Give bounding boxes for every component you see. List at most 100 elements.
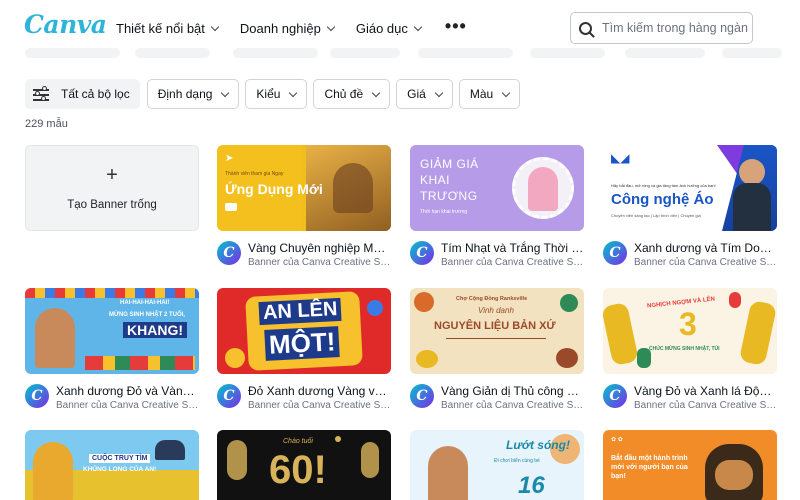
template-subtitle[interactable]: Banner của Canva Creative Stu... (634, 257, 777, 268)
nav-item-label: Doanh nghiệp (239, 20, 321, 36)
template-thumbnail[interactable]: ➤ Thành viên tham gia Ngay Ứng Dụng Mới (217, 145, 391, 231)
creator-avatar[interactable]: C (603, 241, 627, 265)
chevron-down-icon (326, 22, 336, 31)
template-thumbnail[interactable]: ◣◢ Hãy bắt đầu, mở rộng và gia tăng tầm … (603, 145, 777, 231)
chevron-down-icon (221, 88, 230, 97)
search-input[interactable] (602, 21, 752, 35)
chevron-down-icon (413, 22, 423, 31)
creator-avatar[interactable]: C (217, 241, 241, 265)
thumb-line2: KHAI (420, 173, 451, 187)
thumb-line2: CHÚC MỪNG SINH NHẬT, TÚI (649, 346, 720, 352)
filter-label: Định dạng (157, 87, 213, 101)
template-card[interactable]: Chào tuổi 60! (217, 430, 391, 500)
nav-item-business[interactable]: Doanh nghiệp (239, 20, 336, 36)
thumb-line1: Vinh danh (478, 306, 514, 315)
thumb-big-text: 3 (679, 306, 697, 342)
thumb-small-text: Chợ Cộng Đồng Ranksville (456, 296, 528, 302)
template-title[interactable]: Vàng Chuyên nghiệp Màu... (248, 241, 391, 255)
template-title[interactable]: Vàng Đỏ và Xanh lá Động ... (634, 384, 777, 398)
thumb-small-text: Bắt đầu một hành trình mới với người bạn… (611, 455, 688, 481)
template-card[interactable]: AN LÊN MỘT! C Đỏ Xanh dương Vàng và T... B… (217, 288, 391, 411)
template-title[interactable]: Vàng Giản dị Thủ công Sự... (441, 384, 584, 398)
result-count: 229 mẫu (25, 118, 68, 130)
template-card[interactable]: NGHỊCH NGỢM VÀ LÊN 3 CHÚC MỪNG SINH NHẬT… (603, 288, 777, 411)
template-card[interactable]: GIẢM GIÁ KHAI TRƯƠNG Thời hạn khai trươn… (410, 145, 584, 268)
template-card[interactable]: ➤ Thành viên tham gia Ngay Ứng Dụng Mới … (217, 145, 391, 268)
template-title[interactable]: Đỏ Xanh dương Vàng và T... (248, 384, 391, 398)
filter-price-button[interactable]: Giá (396, 79, 453, 109)
filter-label: Kiểu (256, 87, 281, 101)
filter-topic-button[interactable]: Chủ đề (313, 79, 391, 109)
nav-item-education[interactable]: Giáo dục (356, 21, 423, 36)
more-dots-icon[interactable]: ••• (445, 16, 467, 37)
thumb-line1: GIẢM GIÁ (420, 157, 479, 171)
template-subtitle[interactable]: Banner của Canva Creative Stu... (441, 257, 584, 268)
filter-style-button[interactable]: Kiểu (245, 79, 308, 109)
create-blank-card[interactable]: + Tạo Banner trống (25, 145, 199, 231)
paw-logo-icon: ✿ ✿ (611, 437, 623, 443)
creator-avatar[interactable]: C (217, 384, 241, 408)
template-thumbnail[interactable]: NGHỊCH NGỢM VÀ LÊN 3 CHÚC MỪNG SINH NHẬT… (603, 288, 777, 374)
filter-format-button[interactable]: Định dạng (146, 79, 240, 109)
template-thumbnail[interactable]: AN LÊN MỘT! (217, 288, 391, 374)
creator-avatar[interactable]: C (603, 384, 627, 408)
create-blank-label: Tạo Banner trống (67, 199, 157, 211)
template-thumbnail[interactable]: GIẢM GIÁ KHAI TRƯƠNG Thời hạn khai trươn… (410, 145, 584, 231)
all-filters-label: Tất cả bộ lọc (61, 87, 130, 101)
filter-color-button[interactable]: Màu (458, 79, 521, 109)
creator-avatar[interactable]: C (25, 384, 49, 408)
creator-avatar[interactable]: C (410, 241, 434, 265)
template-card[interactable]: CUỘC TRUY TÌM KHỦNG LONG CỦA AN! (25, 430, 199, 500)
thumb-line2: MỘT! (264, 326, 341, 361)
filter-label: Chủ đề (324, 87, 364, 101)
template-thumbnail[interactable]: CUỘC TRUY TÌM KHỦNG LONG CỦA AN! (25, 430, 199, 500)
template-card[interactable]: Lướt sóng! Đi chơi biển cùng bé 16 (410, 430, 584, 500)
brand-mark-icon: ◣◢ (611, 151, 630, 165)
search-icon[interactable] (579, 21, 592, 35)
sliders-icon (33, 86, 49, 101)
plus-icon: + (106, 164, 118, 186)
template-thumbnail[interactable]: Lướt sóng! Đi chơi biển cùng bé 16 (410, 430, 584, 500)
creator-avatar[interactable]: C (410, 384, 434, 408)
template-title[interactable]: Xanh dương và Tím Doan... (634, 241, 777, 255)
thumb-big-text: 60! (269, 448, 327, 492)
thumb-small-text: Hãy bắt đầu, mở rộng và gia tăng tầm ảnh… (611, 183, 716, 188)
thumb-line1: CUỘC TRUY TÌM (89, 454, 151, 463)
thumb-line1: Chào tuổi (283, 438, 313, 445)
template-thumbnail[interactable]: HAI-HAI-HAI-HAI! MỪNG SINH NHẬT 2 TUỔI, … (25, 288, 199, 374)
filter-bar: Tất cả bộ lọc Định dạng Kiểu Chủ đề Giá … (25, 79, 526, 109)
template-subtitle[interactable]: Banner của Canva Creative Stu... (248, 400, 391, 411)
template-card[interactable]: ✿ ✿ Bắt đầu một hành trình mới với người… (603, 430, 777, 500)
template-subtitle[interactable]: Banner của Canva Creative Stu... (56, 400, 199, 411)
search-box[interactable] (570, 12, 753, 44)
create-blank-button[interactable]: + Tạo Banner trống (25, 145, 199, 231)
nav-item-featured[interactable]: Thiết kế nổi bật (116, 20, 220, 36)
thumb-foot-text: Chuyên viên sáng tạo | Lập trình viên | … (611, 213, 701, 218)
nav-item-label: Thiết kế nổi bật (116, 20, 205, 36)
template-subtitle[interactable]: Banner của Canva Creative Stu... (248, 257, 391, 268)
thumb-line1: Lướt sóng! (506, 438, 570, 452)
thumb-big-text: Ứng Dụng Mới (225, 181, 323, 197)
thumb-big-text: Công nghệ Áo (611, 191, 714, 208)
template-thumbnail[interactable]: ✿ ✿ Bắt đầu một hành trình mới với người… (603, 430, 777, 500)
template-title[interactable]: Xanh dương Đỏ và Vàng ... (56, 384, 199, 398)
template-card[interactable]: ◣◢ Hãy bắt đầu, mở rộng và gia tăng tầm … (603, 145, 777, 268)
chevron-down-icon (371, 88, 381, 97)
template-subtitle[interactable]: Banner của Canva Creative Stu... (634, 400, 777, 411)
thumb-small-text: Thời hạn khai trương (420, 209, 468, 215)
template-card[interactable]: Chợ Cộng Đồng Ranksville Vinh danh NGUYÊ… (410, 288, 584, 411)
template-title[interactable]: Tím Nhạt và Trắng Thời tr... (441, 241, 584, 255)
template-thumbnail[interactable]: Chợ Cộng Đồng Ranksville Vinh danh NGUYÊ… (410, 288, 584, 374)
chevron-down-icon (289, 88, 298, 97)
all-filters-button[interactable]: Tất cả bộ lọc (25, 79, 140, 109)
chevron-down-icon (210, 22, 220, 31)
template-card[interactable]: HAI-HAI-HAI-HAI! MỪNG SINH NHẬT 2 TUỔI, … (25, 288, 199, 411)
thumb-line2: Đi chơi biển cùng bé (494, 458, 540, 464)
thumb-line2: MỪNG SINH NHẬT 2 TUỔI, (109, 312, 185, 318)
template-thumbnail[interactable]: Chào tuổi 60! (217, 430, 391, 500)
thumb-small-text: Thành viên tham gia Ngay (225, 171, 284, 177)
arrow-logo-icon: ➤ (225, 153, 234, 164)
canva-logo[interactable]: Canva (24, 10, 107, 39)
category-chip-strip (0, 48, 800, 62)
template-subtitle[interactable]: Banner của Canva Creative Stu... (441, 400, 584, 411)
